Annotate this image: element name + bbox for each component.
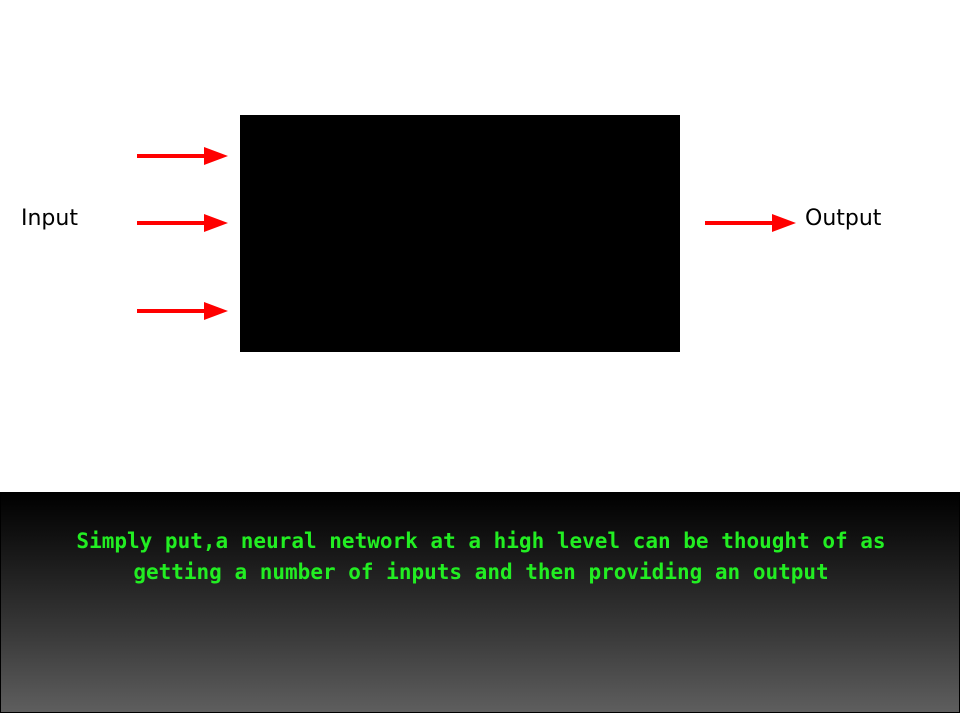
input-arrow-top (137, 147, 228, 165)
neural-network-black-box (240, 115, 680, 352)
input-arrow-bottom (137, 302, 228, 320)
caption-panel: Simply put,a neural network at a high le… (0, 492, 960, 713)
output-label: Output (805, 206, 882, 231)
input-arrow-middle (137, 214, 228, 232)
caption-text: Simply put,a neural network at a high le… (76, 529, 886, 584)
slide: Input Output Simply put,a neural network… (0, 0, 960, 720)
output-arrow (705, 214, 796, 232)
input-label: Input (21, 206, 78, 231)
